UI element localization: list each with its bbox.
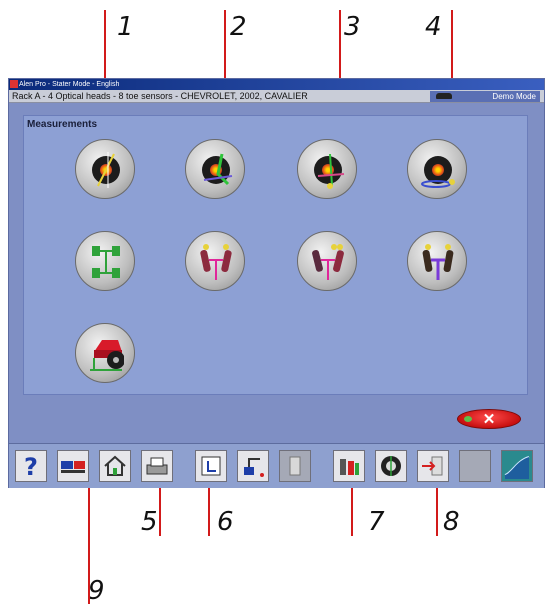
help-icon: ?: [24, 453, 38, 481]
wheel-target-icon: [381, 456, 401, 476]
callout-2: 2: [230, 12, 247, 42]
callout-5: 5: [141, 507, 158, 537]
rear-alignment-pink-icon: [312, 244, 344, 280]
window-title: Alen Pro - Stater Mode - English: [19, 81, 120, 88]
thrust-angle-purple-icon: [422, 244, 454, 280]
app-icon: [10, 80, 18, 88]
measure-button-5[interactable]: [75, 231, 135, 291]
callout-7: 7: [368, 507, 385, 537]
callout-4: 4: [425, 12, 442, 42]
print-button[interactable]: [141, 450, 173, 482]
graph-button[interactable]: [501, 450, 533, 482]
exit-button[interactable]: ✕: [457, 409, 521, 429]
vehicle-spec-button[interactable]: [57, 450, 89, 482]
svg-text:?: ?: [24, 453, 38, 481]
measure-button-7[interactable]: [297, 231, 357, 291]
callout-8: 8: [443, 507, 460, 537]
vehicle-info-bar: Rack A - 4 Optical heads - 8 toe sensors…: [9, 90, 544, 103]
car-icon: [436, 93, 452, 99]
tools-icon: [340, 459, 359, 475]
graph-icon: [504, 456, 530, 479]
document-icon: [289, 456, 301, 476]
close-icon: ✕: [482, 411, 496, 428]
vehicle-info-text: Rack A - 4 Optical heads - 8 toe sensors…: [12, 91, 308, 101]
callout-9: 9: [88, 576, 105, 606]
home-button[interactable]: [99, 450, 131, 482]
measurement-button[interactable]: [195, 450, 227, 482]
title-bar: Alen Pro - Stater Mode - English: [9, 79, 544, 90]
measurement-icon: [201, 456, 221, 476]
wheel-target-button[interactable]: [375, 450, 407, 482]
callout-6: 6: [217, 507, 234, 537]
measure-button-3[interactable]: [297, 139, 357, 199]
mode-label: Demo Mode: [492, 92, 536, 101]
export-button[interactable]: [417, 450, 449, 482]
bottom-toolbar: ?: [9, 443, 544, 488]
export-icon: [422, 456, 443, 476]
ride-height-car-icon: [90, 340, 124, 371]
panel-title: Measurements: [27, 119, 98, 130]
measure-button-2[interactable]: [185, 139, 245, 199]
measure-button-1[interactable]: [75, 139, 135, 199]
measure-button-6[interactable]: [185, 231, 245, 291]
measure-button-9[interactable]: [75, 323, 135, 383]
vehicle-spec-icon: [61, 461, 85, 473]
measure-button-8[interactable]: [407, 231, 467, 291]
measure-button-4[interactable]: [407, 139, 467, 199]
blank-icon: [460, 451, 490, 481]
front-alignment-pink-icon: [200, 244, 232, 280]
axle-layout-icon: [92, 246, 120, 278]
print-icon: [146, 457, 168, 475]
mode-indicator: Demo Mode: [430, 91, 540, 102]
callout-3: 3: [344, 12, 361, 42]
callout-1: 1: [117, 12, 134, 42]
adjust-icon: [244, 458, 264, 477]
home-icon: [104, 455, 126, 476]
adjust-button[interactable]: [237, 450, 269, 482]
app-window: Alen Pro - Stater Mode - English Rack A …: [8, 78, 545, 488]
blank-button[interactable]: [459, 450, 491, 482]
tools-button[interactable]: [333, 450, 365, 482]
help-button[interactable]: ?: [15, 450, 47, 482]
document-button[interactable]: [279, 450, 311, 482]
